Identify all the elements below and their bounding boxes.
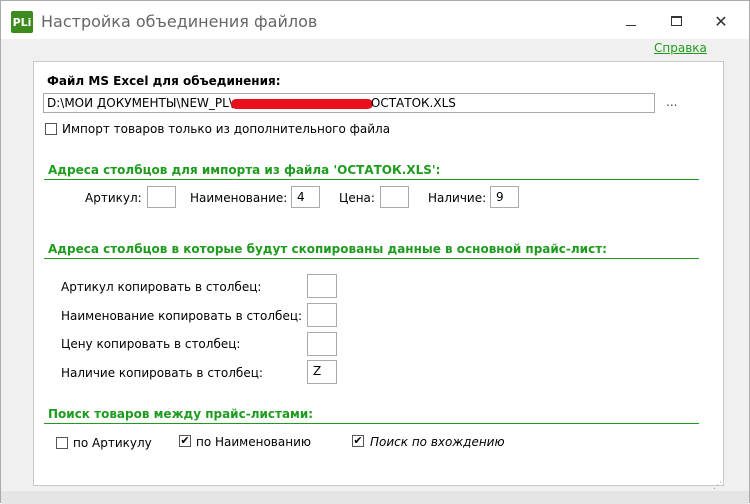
resize-grip-icon[interactable]: ⋰ xyxy=(713,481,723,491)
import-section-title: Адреса столбцов для импорта из файла 'ОС… xyxy=(48,163,441,177)
articul-input[interactable] xyxy=(147,186,176,208)
title-bar: PLi Настройка объединения файлов ✕ xyxy=(1,1,749,39)
window-title: Настройка объединения файлов xyxy=(41,12,318,31)
maximize-button[interactable] xyxy=(661,9,691,33)
redacted-mark xyxy=(230,98,373,109)
file-path-suffix: ОСТАТОК.XLS xyxy=(370,96,456,110)
name-label: Наименование: xyxy=(190,191,288,205)
import-section-divider xyxy=(44,179,699,180)
price-input[interactable] xyxy=(380,186,409,208)
copy-articul-input[interactable] xyxy=(307,274,337,298)
background-strip xyxy=(1,491,749,504)
file-path-prefix: D:\МОИ ДОКУМЕНТЫ\NEW_PL\ xyxy=(47,96,233,110)
copy-price-input[interactable] xyxy=(307,332,337,356)
file-path-input[interactable]: D:\МОИ ДОКУМЕНТЫ\NEW_PL\ ОСТАТОК.XLS xyxy=(43,93,655,113)
copy-row-label: Наименование копировать в столбец: xyxy=(61,309,303,323)
copy-row-label: Цену копировать в столбец: xyxy=(61,337,241,351)
search-substring-checkbox[interactable]: ✔ xyxy=(352,435,364,447)
search-by-name-checkbox[interactable]: ✔ xyxy=(179,435,191,447)
search-section-divider xyxy=(44,423,699,424)
browse-button[interactable]: ... xyxy=(666,95,677,109)
search-by-name-label: по Наименованию xyxy=(196,435,311,449)
minimize-icon xyxy=(626,24,636,26)
help-link[interactable]: Справка xyxy=(654,41,707,55)
search-substring-label: Поиск по вхождению xyxy=(370,435,505,449)
copy-section-title: Адреса столбцов в которые будут скопиров… xyxy=(48,242,607,256)
close-icon: ✕ xyxy=(714,11,728,31)
settings-window: PLi Настройка объединения файлов ✕ Справ… xyxy=(0,0,750,504)
search-by-articul-checkbox[interactable] xyxy=(56,437,68,449)
availability-label: Наличие: xyxy=(428,191,487,205)
copy-name-input[interactable] xyxy=(307,303,337,327)
minimize-button[interactable] xyxy=(616,9,646,33)
checkmark-icon: ✔ xyxy=(353,434,363,447)
price-label: Цена: xyxy=(339,191,375,205)
file-label: Файл MS Excel для объединения: xyxy=(47,74,281,88)
copy-availability-input[interactable]: Z xyxy=(307,360,337,384)
checkmark-icon: ✔ xyxy=(180,434,190,447)
copy-section-divider xyxy=(44,258,699,259)
app-logo-icon: PLi xyxy=(11,11,33,33)
copy-row-label: Артикул копировать в столбец: xyxy=(61,280,262,294)
articul-label: Артикул: xyxy=(85,191,142,205)
name-input[interactable]: 4 xyxy=(291,186,320,208)
import-only-checkbox[interactable] xyxy=(45,123,57,135)
search-section-title: Поиск товаров между прайс-листами: xyxy=(48,407,314,421)
close-button[interactable]: ✕ xyxy=(706,9,736,33)
availability-input[interactable]: 9 xyxy=(490,186,519,208)
search-by-articul-label: по Артикулу xyxy=(73,436,152,450)
copy-row-label: Наличие копировать в столбец: xyxy=(61,366,263,380)
import-only-label: Импорт товаров только из дополнительного… xyxy=(62,122,391,136)
maximize-icon xyxy=(670,16,682,26)
